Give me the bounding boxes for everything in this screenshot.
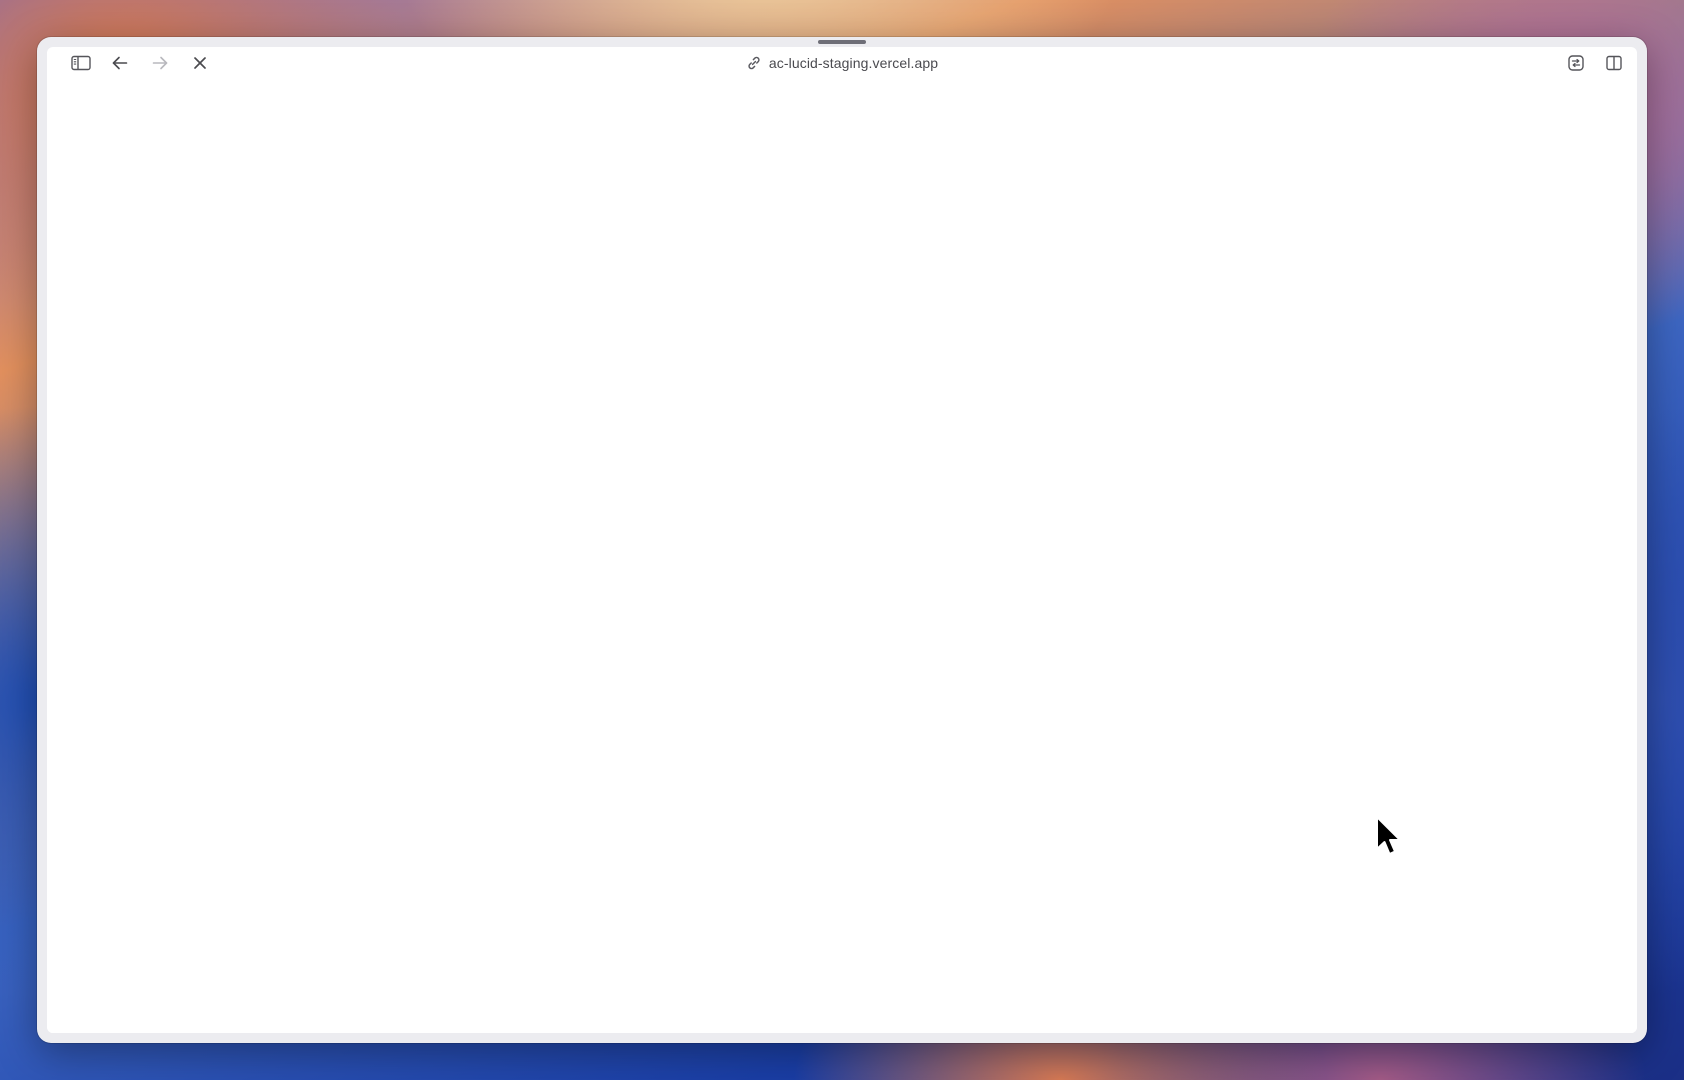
back-button[interactable] [108,51,132,75]
split-view-icon [1606,55,1622,71]
forward-button[interactable] [148,51,172,75]
sidebar-toggle-button[interactable] [69,51,93,75]
window-drag-handle[interactable] [818,40,866,44]
arrow-left-icon [112,56,128,70]
page-menu-icon [1568,55,1584,71]
page-menu-button[interactable] [1564,51,1588,75]
browser-window: ac-lucid-staging.vercel.app [37,37,1647,1043]
address-field[interactable]: ac-lucid-staging.vercel.app [746,55,938,71]
split-view-button[interactable] [1602,51,1626,75]
url-text: ac-lucid-staging.vercel.app [768,55,939,71]
link-icon [748,56,760,70]
mouse-pointer-icon [1376,816,1401,855]
web-page-blank[interactable] [47,79,1637,1033]
browser-toolbar: ac-lucid-staging.vercel.app [47,47,1637,77]
address-bar: ac-lucid-staging.vercel.app [47,47,1637,79]
arrow-right-icon [152,56,168,70]
sidebar-icon [71,55,91,71]
close-icon [194,57,206,69]
browser-content: ac-lucid-staging.vercel.app [47,47,1637,1033]
stop-loading-button[interactable] [188,51,212,75]
